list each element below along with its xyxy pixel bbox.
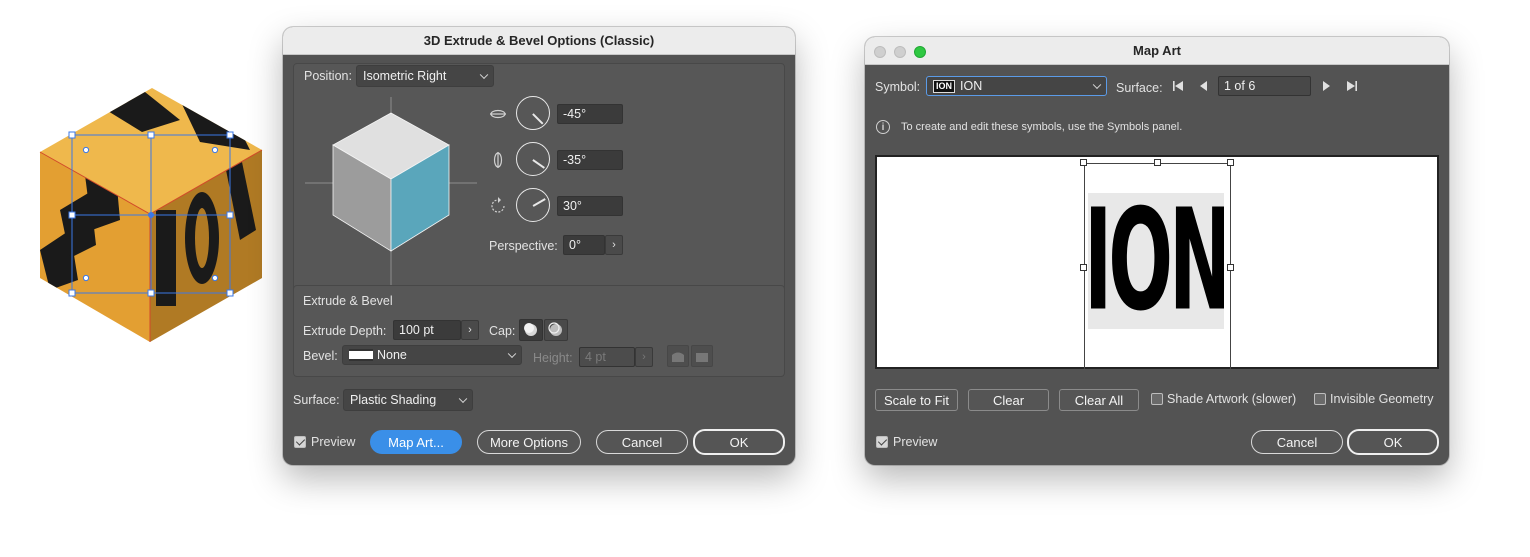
rotate-x-axis-icon [489,105,507,123]
perspective-slider-button[interactable]: › [605,235,623,255]
next-surface-icon[interactable] [1319,79,1333,96]
bevel-none-swatch-icon [349,349,373,361]
surface-value: Plastic Shading [350,393,437,407]
scale-to-fit-button[interactable]: Scale to Fit [875,389,958,411]
surface-label: Surface: [293,393,340,407]
info-text: To create and edit these symbols, use th… [901,121,1183,133]
preview-label: Preview [311,435,356,449]
rotate-y-field[interactable]: -35° [557,150,623,170]
dialog-title: 3D Extrude & Bevel Options (Classic) [283,27,795,55]
invisible-geometry-label: Invisible Geometry [1330,392,1434,406]
surface-index-field[interactable]: 1 of 6 [1218,76,1311,96]
clear-all-button[interactable]: Clear All [1059,389,1139,411]
clear-button[interactable]: Clear [968,389,1049,411]
symbol-label: Symbol: [875,80,921,94]
more-options-button[interactable]: More Options [477,430,581,454]
ok-button[interactable]: OK [693,429,785,455]
symbol-thumbnail: ION [933,79,956,93]
bevel-out-icon [672,352,684,362]
cap-on-icon [524,323,537,336]
cap-on-button[interactable] [519,319,543,341]
shade-artwork-label: Shade Artwork (slower) [1167,392,1297,406]
rotate-z-field[interactable]: 30° [557,196,623,216]
rotation-trackball-cube[interactable] [305,97,477,287]
extrude-depth-slider-button[interactable]: › [461,320,479,340]
rotate-z-dial[interactable] [516,188,550,222]
window-minimize-button[interactable] [894,46,906,58]
bevel-extent-out-button [667,345,689,367]
shade-artwork-checkbox[interactable] [1151,393,1163,405]
window-close-button[interactable] [874,46,886,58]
rotate-y-axis-icon [489,151,507,169]
preview-checkbox[interactable] [876,436,888,448]
window-zoom-button[interactable] [914,46,926,58]
extrude-bevel-dialog: 3D Extrude & Bevel Options (Classic) Pos… [283,27,795,465]
last-surface-icon[interactable] [1345,79,1359,96]
chevron-down-icon [479,70,489,80]
previous-surface-icon[interactable] [1197,79,1211,96]
perspective-label: Perspective: [489,239,558,253]
height-slider-button: › [635,347,653,367]
bevel-in-icon [696,353,708,362]
surface-label: Surface: [1116,81,1163,95]
height-field: 4 pt [579,347,635,367]
position-label: Position: [304,69,352,83]
first-surface-icon[interactable] [1171,79,1185,96]
rotate-x-dial[interactable] [516,96,550,130]
resize-handle[interactable] [1227,264,1234,271]
chevron-down-icon [1092,80,1102,90]
symbol-select[interactable]: ION ION [926,76,1107,96]
resize-handle[interactable] [1154,159,1161,166]
bevel-value: None [377,348,407,362]
cancel-button[interactable]: Cancel [1251,430,1343,454]
preview-label: Preview [893,435,938,449]
extrude-depth-label: Extrude Depth: [303,324,387,338]
extrude-depth-field[interactable]: 100 pt [393,320,461,340]
bevel-select[interactable]: None [342,345,522,365]
map-art-dialog: Map Art Symbol: ION ION Surface: 1 of 6 … [865,37,1449,465]
rotate-x-field[interactable]: -45° [557,104,623,124]
resize-handle[interactable] [1080,159,1087,166]
symbol-value: ION [960,79,983,93]
extrude-bevel-section-title: Extrude & Bevel [303,294,393,308]
cap-off-button[interactable] [544,319,568,341]
selected-3d-cube-artwork[interactable] [30,80,280,360]
bevel-extent-in-button [691,345,713,367]
rotate-y-dial[interactable] [516,142,550,176]
info-icon: i [876,120,890,134]
perspective-field[interactable]: 0° [563,235,605,255]
surface-preview-canvas[interactable]: ION [875,155,1439,369]
position-select[interactable]: Isometric Right [356,65,494,87]
ok-button[interactable]: OK [1347,429,1439,455]
cap-off-icon [548,322,562,336]
invisible-geometry-checkbox[interactable] [1314,393,1326,405]
dialog-title: Map Art [865,37,1449,65]
resize-handle[interactable] [1080,264,1087,271]
rotate-z-axis-icon [489,197,507,215]
position-value: Isometric Right [363,69,447,83]
chevron-down-icon [507,349,517,359]
cap-label: Cap: [489,324,516,338]
map-art-button[interactable]: Map Art... [370,430,462,454]
bevel-label: Bevel: [303,349,338,363]
resize-handle[interactable] [1227,159,1234,166]
surface-select[interactable]: Plastic Shading [343,389,473,411]
chevron-down-icon [458,394,468,404]
artwork-bounding-box [1084,163,1231,269]
height-label: Height: [533,351,573,365]
preview-checkbox[interactable] [294,436,306,448]
cancel-button[interactable]: Cancel [596,430,688,454]
